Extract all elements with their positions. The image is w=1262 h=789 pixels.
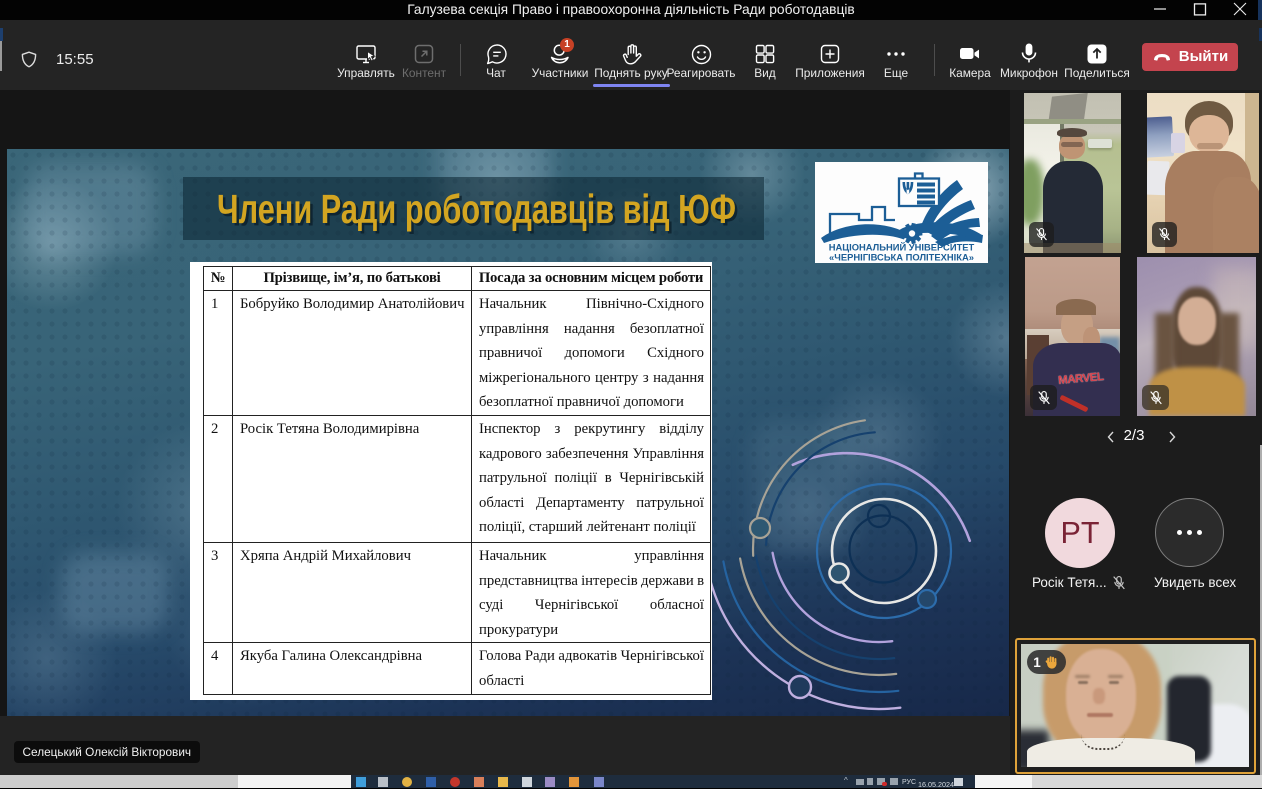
svg-text:«ЧЕРНІГІВСЬКА ПОЛІТЕХНІКА»: «ЧЕРНІГІВСЬКА ПОЛІТЕХНІКА» [829,252,974,263]
svg-text:Члени Ради роботодавців від ЮФ: Члени Ради роботодавців від ЮФ [217,186,736,232]
